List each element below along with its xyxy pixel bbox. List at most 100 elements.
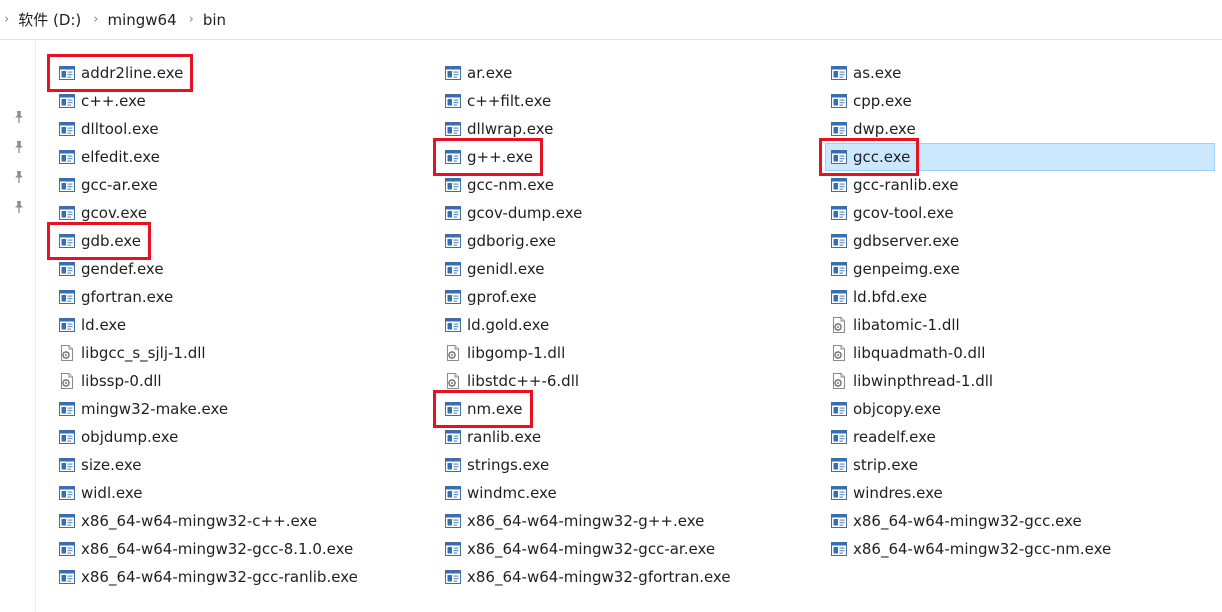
file-item[interactable]: windres.exe [831, 479, 943, 507]
file-item[interactable]: libssp-0.dll [59, 367, 162, 395]
file-item[interactable]: gcc-ranlib.exe [831, 171, 959, 199]
file-name: elfedit.exe [81, 148, 160, 166]
file-item[interactable]: mingw32-make.exe [59, 395, 228, 423]
file-name: as.exe [853, 64, 902, 82]
file-name: genpeimg.exe [853, 260, 960, 278]
breadcrumb-bin[interactable]: bin [203, 11, 226, 29]
file-item[interactable]: windmc.exe [445, 479, 557, 507]
pin-icon[interactable] [12, 110, 26, 124]
application-window-icon [59, 485, 81, 501]
file-item[interactable]: x86_64-w64-mingw32-gcc.exe [831, 507, 1082, 535]
file-item[interactable]: gcc-ar.exe [59, 171, 158, 199]
file-item[interactable]: x86_64-w64-mingw32-gfortran.exe [445, 563, 731, 591]
file-item[interactable]: c++filt.exe [445, 87, 551, 115]
file-name: libgomp-1.dll [467, 344, 566, 362]
file-item[interactable]: libstdc++-6.dll [445, 367, 579, 395]
application-window-icon [445, 261, 467, 277]
file-item[interactable]: gcov.exe [59, 199, 147, 227]
file-name: gdb.exe [81, 232, 141, 250]
file-item[interactable]: strings.exe [445, 451, 549, 479]
application-window-icon [445, 233, 467, 249]
file-item[interactable]: dlltool.exe [59, 115, 159, 143]
file-item[interactable]: ranlib.exe [445, 423, 541, 451]
file-item[interactable]: gcov-dump.exe [445, 199, 582, 227]
file-name: strings.exe [467, 456, 550, 474]
application-window-icon [59, 289, 81, 305]
file-item[interactable]: objdump.exe [59, 423, 178, 451]
file-item[interactable]: x86_64-w64-mingw32-gcc-ar.exe [445, 535, 715, 563]
file-item[interactable]: genpeimg.exe [831, 255, 960, 283]
file-item[interactable]: dllwrap.exe [445, 115, 553, 143]
file-item[interactable]: readelf.exe [831, 423, 936, 451]
quick-access-pane [0, 40, 36, 612]
file-item[interactable]: widl.exe [59, 479, 143, 507]
application-window-icon [59, 513, 81, 529]
application-window-icon [59, 457, 81, 473]
file-item[interactable]: objcopy.exe [831, 395, 941, 423]
application-window-icon [445, 121, 467, 137]
file-item[interactable]: x86_64-w64-mingw32-g++.exe [445, 507, 704, 535]
file-name: libgcc_s_sjlj-1.dll [81, 344, 206, 362]
file-item[interactable]: size.exe [59, 451, 141, 479]
pin-icon[interactable] [12, 200, 26, 214]
file-item[interactable]: g++.exe [445, 143, 533, 171]
file-item[interactable]: libwinpthread-1.dll [831, 367, 993, 395]
file-name: c++filt.exe [467, 92, 552, 110]
file-item[interactable]: strip.exe [831, 451, 918, 479]
file-item[interactable]: elfedit.exe [59, 143, 160, 171]
file-item[interactable]: gfortran.exe [59, 283, 173, 311]
file-name: gdborig.exe [467, 232, 556, 250]
file-item[interactable]: ar.exe [445, 59, 512, 87]
file-item[interactable]: nm.exe [445, 395, 523, 423]
file-item[interactable]: x86_64-w64-mingw32-gcc-ranlib.exe [59, 563, 358, 591]
file-item[interactable]: gdborig.exe [445, 227, 556, 255]
breadcrumb-drive[interactable]: 软件 (D:) [18, 9, 81, 30]
file-name: ld.gold.exe [467, 316, 550, 334]
file-name: g++.exe [467, 148, 534, 166]
file-item[interactable]: c++.exe [59, 87, 146, 115]
file-name: libatomic-1.dll [853, 316, 960, 334]
file-name: x86_64-w64-mingw32-c++.exe [81, 512, 318, 530]
file-item[interactable]: ld.exe [59, 311, 126, 339]
breadcrumb-mingw64[interactable]: mingw64 [107, 11, 176, 29]
file-name: c++.exe [81, 92, 146, 110]
file-item[interactable]: libgcc_s_sjlj-1.dll [59, 339, 206, 367]
file-name: x86_64-w64-mingw32-gcc-ranlib.exe [81, 568, 358, 586]
application-window-icon [59, 233, 81, 249]
file-item[interactable]: x86_64-w64-mingw32-gcc-nm.exe [831, 535, 1111, 563]
application-window-icon [59, 177, 81, 193]
file-item[interactable]: gprof.exe [445, 283, 537, 311]
file-item[interactable]: cpp.exe [831, 87, 912, 115]
file-item[interactable]: libatomic-1.dll [831, 311, 960, 339]
file-item[interactable]: gdbserver.exe [831, 227, 959, 255]
file-name: gprof.exe [467, 288, 537, 306]
file-name: gcc-ar.exe [81, 176, 158, 194]
file-name: x86_64-w64-mingw32-gcc-8.1.0.exe [81, 540, 354, 558]
file-name: x86_64-w64-mingw32-gcc-nm.exe [853, 540, 1112, 558]
dll-settings-file-icon [445, 345, 467, 361]
file-name: ar.exe [467, 64, 513, 82]
file-item[interactable]: gendef.exe [59, 255, 164, 283]
file-item[interactable]: dwp.exe [831, 115, 916, 143]
file-item[interactable]: x86_64-w64-mingw32-c++.exe [59, 507, 317, 535]
file-item[interactable]: x86_64-w64-mingw32-gcc-8.1.0.exe [59, 535, 353, 563]
pin-icon[interactable] [12, 170, 26, 184]
file-item[interactable]: genidl.exe [445, 255, 545, 283]
file-item[interactable]: gdb.exe [59, 227, 141, 255]
file-item[interactable]: libgomp-1.dll [445, 339, 565, 367]
file-item[interactable]: ld.bfd.exe [831, 283, 927, 311]
chevron-right-icon[interactable]: › [189, 12, 194, 27]
application-window-icon [59, 121, 81, 137]
pin-icon[interactable] [12, 140, 26, 154]
file-item[interactable]: addr2line.exe [59, 59, 183, 87]
file-item[interactable]: gcc-nm.exe [445, 171, 554, 199]
chevron-right-icon[interactable]: › [93, 12, 98, 27]
application-window-icon [445, 149, 467, 165]
file-item[interactable]: ld.gold.exe [445, 311, 549, 339]
file-item[interactable]: gcov-tool.exe [831, 199, 954, 227]
file-item[interactable]: gcc.exe [825, 143, 1215, 171]
chevron-right-icon[interactable]: › [4, 12, 9, 27]
file-item[interactable]: as.exe [831, 59, 901, 87]
application-window-icon [445, 485, 467, 501]
file-item[interactable]: libquadmath-0.dll [831, 339, 985, 367]
